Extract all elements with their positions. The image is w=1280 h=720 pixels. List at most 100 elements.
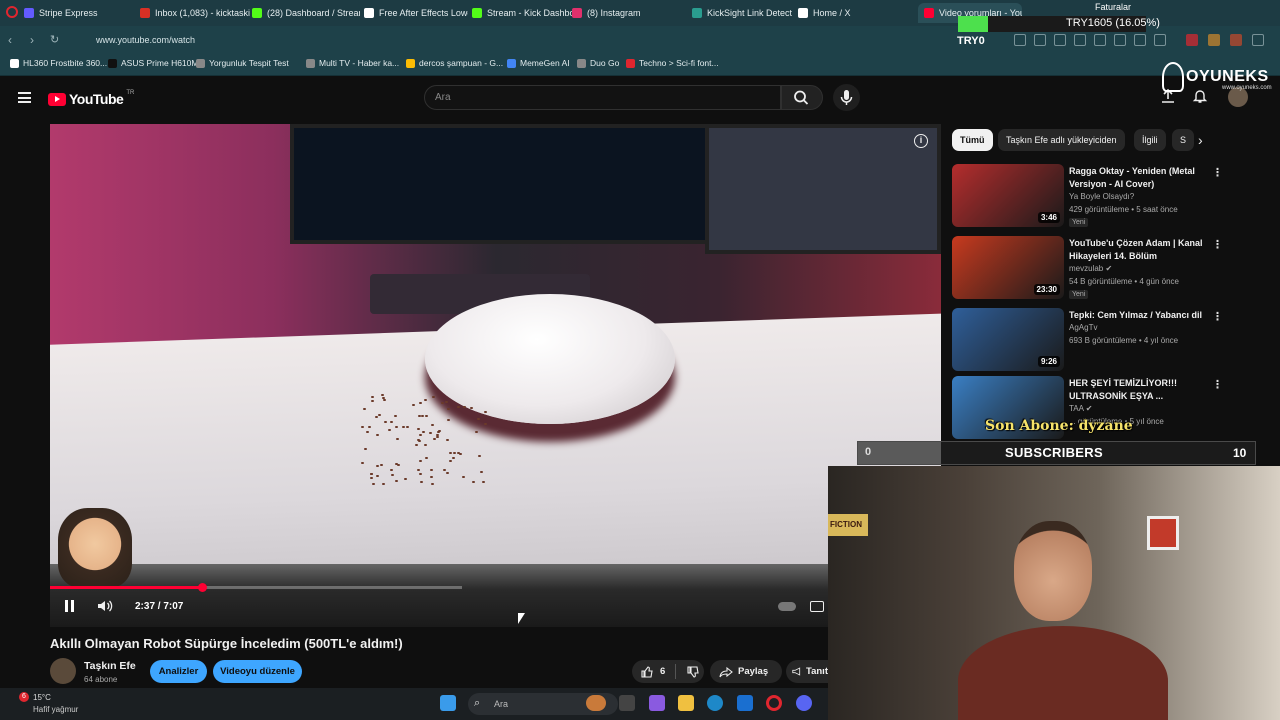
video-thumbnail[interactable]: 3:46	[952, 164, 1064, 227]
weather-temperature[interactable]: 15°C	[33, 693, 51, 702]
voice-search-button[interactable]	[833, 84, 860, 111]
more-options-icon[interactable]: ⋮	[1212, 310, 1223, 323]
bookmark-item[interactable]: Yorgunluk Tespit Test	[196, 58, 289, 68]
gift-icon[interactable]	[1230, 34, 1242, 46]
subscriber-goal-label: SUBSCRIBERS	[1005, 445, 1103, 460]
recommended-video[interactable]: 23:30 YouTube'u Çözen Adam | Kanal Hikaye…	[952, 236, 1262, 300]
recommended-video-title[interactable]: Ragga Oktay - Yeniden (Metal Versiyon - …	[1069, 165, 1209, 190]
channel-name[interactable]: Taşkın Efe	[84, 660, 136, 672]
store-icon[interactable]	[737, 695, 753, 711]
tab-label: Stripe Express	[39, 8, 98, 18]
more-options-icon[interactable]: ⋮	[1212, 166, 1223, 179]
channel-avatar[interactable]	[50, 658, 76, 684]
bookmark-item[interactable]: Duo Go	[577, 58, 619, 68]
promote-button[interactable]: Tanıt	[786, 660, 828, 683]
share-icon	[719, 666, 733, 677]
recommended-video[interactable]: 9:26 Tepki: Cem Yılmaz / Yabancı dil AgAgT…	[952, 308, 1262, 372]
browser-tab[interactable]: Stripe Express	[24, 3, 120, 23]
search-input[interactable]: Ara	[424, 85, 781, 110]
browser-tab[interactable]: Free After Effects Lower	[364, 3, 468, 23]
bookmark-item[interactable]: ASUS Prime H610M...	[108, 58, 206, 68]
browser-tab[interactable]: KickSight Link Detector	[692, 3, 792, 23]
subtitles-icon[interactable]	[810, 601, 824, 612]
extension-icon[interactable]	[1014, 34, 1026, 46]
bookmark-item[interactable]: HL360 Frostbite 360...	[10, 58, 107, 68]
copilot-icon[interactable]	[649, 695, 665, 711]
info-icon[interactable]: i	[914, 134, 928, 148]
browser-tab[interactable]: (8) Instagram	[572, 3, 672, 23]
tab-favicon-icon	[572, 8, 582, 18]
shield-icon[interactable]	[1054, 34, 1066, 46]
filter-chip[interactable]: Tümü	[952, 129, 993, 151]
video-player[interactable]	[50, 124, 941, 627]
adblock-icon[interactable]	[1186, 34, 1198, 46]
tab-favicon-icon	[798, 8, 808, 18]
tab-label: Stream - Kick Dashboard	[487, 8, 576, 18]
youtube-logo[interactable]: YouTube TR	[48, 90, 134, 107]
like-button[interactable]: 6	[640, 660, 665, 683]
filter-chip[interactable]: S	[1172, 129, 1194, 151]
recommended-video-title[interactable]: YouTube'u Çözen Adam | Kanal Hikayeleri …	[1069, 237, 1209, 262]
recommended-channel-name[interactable]: mevzulab ✔	[1069, 264, 1112, 273]
thumbs-down-icon[interactable]	[686, 665, 700, 679]
hamburger-menu-icon[interactable]	[18, 92, 31, 103]
volume-button[interactable]	[96, 598, 114, 614]
weather-description[interactable]: Hafif yağmur	[33, 705, 78, 714]
bookmark-item[interactable]: MemeGen AI	[507, 58, 570, 68]
verified-check-icon: ✔	[1083, 404, 1093, 413]
recommended-video-meta: 54 B görüntüleme • 4 gün önce	[1069, 277, 1179, 286]
browser-tab[interactable]: Stream - Kick Dashboard	[472, 3, 576, 23]
url-field[interactable]: www.youtube.com/watch	[88, 31, 948, 49]
debris-speck	[371, 483, 375, 486]
autoplay-toggle[interactable]	[778, 602, 796, 611]
menu-list-icon[interactable]	[1134, 34, 1146, 46]
recommended-video[interactable]: 3:46 Ragga Oktay - Yeniden (Metal Versiyo…	[952, 164, 1262, 228]
windows-start-icon[interactable]	[440, 695, 456, 711]
search-button[interactable]	[781, 85, 823, 110]
camera-icon[interactable]	[1034, 34, 1046, 46]
video-duration: 23:30	[1033, 284, 1060, 295]
debris-speck	[469, 407, 473, 410]
taskbar-widget-icon[interactable]	[586, 695, 606, 711]
opera-taskbar-icon[interactable]	[766, 695, 782, 711]
download-icon[interactable]	[1114, 34, 1126, 46]
reload-icon[interactable]: ↻	[50, 33, 59, 46]
task-view-icon[interactable]	[619, 695, 635, 711]
edit-video-button[interactable]: Videoyu düzenle	[213, 660, 302, 683]
recommended-video-title[interactable]: Tepki: Cem Yılmaz / Yabancı dil	[1069, 309, 1209, 322]
browser-tab[interactable]: Home / X	[798, 3, 898, 23]
opera-logo-icon[interactable]	[6, 6, 18, 18]
file-explorer-icon[interactable]	[678, 695, 694, 711]
debris-speck	[453, 451, 457, 454]
profile-icon[interactable]	[1154, 34, 1166, 46]
wallet-icon[interactable]	[1208, 34, 1220, 46]
like-count: 6	[660, 666, 666, 677]
bookmark-item[interactable]: Techno > Sci-fi font...	[626, 58, 719, 68]
video-thumbnail[interactable]: 9:26	[952, 308, 1064, 371]
video-thumbnail[interactable]: 23:30	[952, 236, 1064, 299]
tab-favicon-icon	[140, 8, 150, 18]
edge-icon[interactable]	[707, 695, 723, 711]
heart-icon[interactable]	[1094, 34, 1106, 46]
more-options-icon[interactable]: ⋮	[1212, 378, 1223, 391]
recommended-channel-name[interactable]: Ya Boyle Olsaydı?	[1069, 192, 1134, 201]
analytics-button[interactable]: Analizler	[150, 660, 207, 683]
recommended-channel-name[interactable]: TAA ✔	[1069, 404, 1092, 413]
bookmark-item[interactable]: dercos şampuan - G...	[406, 58, 503, 68]
filter-chip[interactable]: İlgili	[1134, 129, 1166, 151]
forward-icon[interactable]: ›	[30, 33, 34, 47]
pause-button[interactable]	[65, 600, 77, 613]
chips-next-icon[interactable]: ›	[1198, 132, 1203, 148]
back-icon[interactable]: ‹	[8, 33, 12, 47]
discord-icon[interactable]	[796, 695, 812, 711]
recommended-channel-name[interactable]: AgAgTv	[1069, 323, 1097, 332]
browser-tab[interactable]: (28) Dashboard / Stream	[252, 3, 360, 23]
bookmark-item[interactable]: Multi TV - Haber ka...	[306, 58, 399, 68]
filter-chip[interactable]: Taşkın Efe adlı yükleyiciden	[998, 129, 1125, 151]
recommended-video-title[interactable]: HER ŞEYİ TEMİZLİYOR!!! ULTRASONİK EŞYA .…	[1069, 377, 1209, 402]
share-button[interactable]: Paylaş	[710, 660, 782, 683]
more-options-icon[interactable]: ⋮	[1212, 238, 1223, 251]
play-icon[interactable]	[1074, 34, 1086, 46]
browser-tab[interactable]: Inbox (1,083) - kicktaskin	[140, 3, 250, 23]
more-icon[interactable]	[1252, 34, 1264, 46]
